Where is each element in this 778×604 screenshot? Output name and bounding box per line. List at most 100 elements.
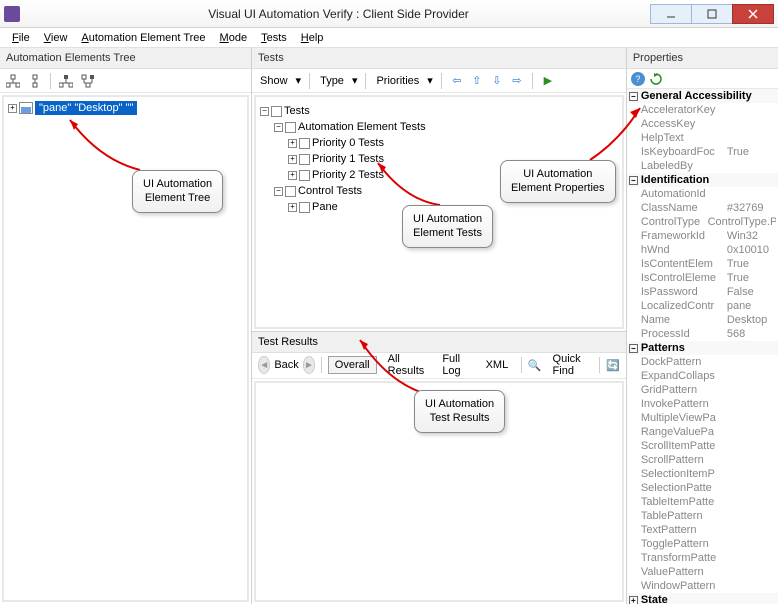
refresh-icon[interactable] bbox=[649, 72, 663, 86]
tests-header: Tests bbox=[252, 48, 626, 69]
property-row[interactable]: IsContentElemTrue bbox=[627, 257, 778, 271]
expand-icon[interactable]: + bbox=[8, 104, 17, 113]
property-row[interactable]: SelectionPatte bbox=[627, 481, 778, 495]
minimize-button[interactable] bbox=[650, 4, 692, 24]
tab-all-results[interactable]: All Results bbox=[381, 350, 432, 380]
collapse-icon[interactable]: − bbox=[260, 107, 269, 116]
menu-view[interactable]: View bbox=[38, 30, 74, 46]
back-button-icon[interactable]: ◄ bbox=[258, 356, 270, 374]
property-row[interactable]: SelectionItemP bbox=[627, 467, 778, 481]
property-row[interactable]: IsPasswordFalse bbox=[627, 285, 778, 299]
property-row[interactable]: ProcessId568 bbox=[627, 327, 778, 341]
menu-aet[interactable]: Automation Element Tree bbox=[75, 30, 211, 46]
property-row[interactable]: TogglePattern bbox=[627, 537, 778, 551]
checkbox[interactable] bbox=[299, 170, 310, 181]
callout-element-tree: UI AutomationElement Tree bbox=[132, 170, 223, 213]
checkbox[interactable] bbox=[271, 106, 282, 117]
arrow-down-icon[interactable]: ⇩ bbox=[490, 74, 504, 88]
property-row[interactable]: TableItemPatte bbox=[627, 495, 778, 509]
run-icon[interactable]: ▶ bbox=[541, 74, 555, 88]
tests-pane[interactable]: Pane bbox=[312, 201, 338, 213]
property-row[interactable]: IsControlElemeTrue bbox=[627, 271, 778, 285]
refresh-icon[interactable]: 🔄 bbox=[606, 358, 620, 372]
property-row[interactable]: AutomationId bbox=[627, 187, 778, 201]
arrow-up-icon[interactable]: ⇧ bbox=[470, 74, 484, 88]
property-row[interactable]: ControlTypeControlType.Pane bbox=[627, 215, 778, 229]
tests-toolbar: Show▾ Type▾ Priorities▾ ⇦ ⇧ ⇩ ⇨ ▶ bbox=[252, 69, 626, 93]
tab-full-log[interactable]: Full Log bbox=[435, 350, 474, 380]
callout-test-results: UI AutomationTest Results bbox=[414, 390, 505, 433]
tree-tool-3[interactable] bbox=[57, 72, 75, 90]
property-row[interactable]: GridPattern bbox=[627, 383, 778, 397]
property-row[interactable]: hWnd0x10010 bbox=[627, 243, 778, 257]
title-bar: Visual UI Automation Verify : Client Sid… bbox=[0, 0, 778, 28]
property-row[interactable]: HelpText bbox=[627, 131, 778, 145]
property-row[interactable]: DockPattern bbox=[627, 355, 778, 369]
tests-p0[interactable]: Priority 0 Tests bbox=[312, 137, 384, 149]
properties-header: Properties bbox=[627, 48, 778, 69]
expand-icon[interactable]: + bbox=[288, 155, 297, 164]
group-patterns[interactable]: −Patterns bbox=[627, 341, 778, 355]
menu-help[interactable]: Help bbox=[295, 30, 330, 46]
tree-tool-4[interactable] bbox=[79, 72, 97, 90]
tree-tool-1[interactable] bbox=[4, 72, 22, 90]
checkbox[interactable] bbox=[299, 138, 310, 149]
property-row[interactable]: TransformPatte bbox=[627, 551, 778, 565]
tab-xml[interactable]: XML bbox=[479, 356, 516, 374]
group-state[interactable]: +State bbox=[627, 593, 778, 604]
menu-file[interactable]: File bbox=[6, 30, 36, 46]
property-row[interactable]: IsKeyboardFocTrue bbox=[627, 145, 778, 159]
property-row[interactable]: RangeValuePa bbox=[627, 425, 778, 439]
expand-icon[interactable]: + bbox=[288, 139, 297, 148]
maximize-button[interactable] bbox=[691, 4, 733, 24]
collapse-icon[interactable]: − bbox=[274, 187, 283, 196]
menu-tests[interactable]: Tests bbox=[255, 30, 293, 46]
property-row[interactable]: InvokePattern bbox=[627, 397, 778, 411]
show-dropdown[interactable]: Show bbox=[258, 75, 290, 87]
tests-p1[interactable]: Priority 1 Tests bbox=[312, 153, 384, 165]
desktop-node[interactable]: "pane" "Desktop" "" bbox=[35, 101, 137, 115]
property-row[interactable]: ClassName#32769 bbox=[627, 201, 778, 215]
property-row[interactable]: ScrollPattern bbox=[627, 453, 778, 467]
close-button[interactable] bbox=[732, 4, 774, 24]
group-general[interactable]: −General Accessibility bbox=[627, 89, 778, 103]
quick-find[interactable]: Quick Find bbox=[546, 350, 594, 380]
properties-list[interactable]: −General Accessibility AcceleratorKeyAcc… bbox=[627, 89, 778, 604]
property-row[interactable]: LabeledBy bbox=[627, 159, 778, 173]
property-row[interactable]: ValuePattern bbox=[627, 565, 778, 579]
checkbox[interactable] bbox=[299, 202, 310, 213]
expand-icon[interactable]: + bbox=[288, 171, 297, 180]
checkbox[interactable] bbox=[285, 122, 296, 133]
checkbox[interactable] bbox=[285, 186, 296, 197]
checkbox[interactable] bbox=[299, 154, 310, 165]
tests-ctrl[interactable]: Control Tests bbox=[298, 185, 362, 197]
priorities-dropdown[interactable]: Priorities bbox=[374, 75, 421, 87]
help-icon[interactable]: ? bbox=[631, 72, 645, 86]
property-row[interactable]: AcceleratorKey bbox=[627, 103, 778, 117]
left-panel: Automation Elements Tree + "pane" "Deskt… bbox=[0, 48, 252, 604]
menu-mode[interactable]: Mode bbox=[214, 30, 254, 46]
property-row[interactable]: ScrollItemPatte bbox=[627, 439, 778, 453]
property-row[interactable]: AccessKey bbox=[627, 117, 778, 131]
tests-aet[interactable]: Automation Element Tests bbox=[298, 121, 426, 133]
tree-tool-2[interactable] bbox=[26, 72, 44, 90]
property-row[interactable]: NameDesktop bbox=[627, 313, 778, 327]
arrow-right-icon[interactable]: ⇨ bbox=[510, 74, 524, 88]
property-row[interactable]: MultipleViewPa bbox=[627, 411, 778, 425]
property-row[interactable]: LocalizedContrpane bbox=[627, 299, 778, 313]
property-row[interactable]: TextPattern bbox=[627, 523, 778, 537]
forward-button-icon[interactable]: ► bbox=[303, 356, 315, 374]
collapse-icon[interactable]: − bbox=[274, 123, 283, 132]
tests-p2[interactable]: Priority 2 Tests bbox=[312, 169, 384, 181]
group-identification[interactable]: −Identification bbox=[627, 173, 778, 187]
property-row[interactable]: FrameworkIdWin32 bbox=[627, 229, 778, 243]
property-row[interactable]: WindowPattern bbox=[627, 579, 778, 593]
tests-root[interactable]: Tests bbox=[284, 105, 310, 117]
property-row[interactable]: TablePattern bbox=[627, 509, 778, 523]
expand-icon[interactable]: + bbox=[288, 203, 297, 212]
arrow-left-icon[interactable]: ⇦ bbox=[450, 74, 464, 88]
property-row[interactable]: ExpandCollaps bbox=[627, 369, 778, 383]
tab-overall[interactable]: Overall bbox=[328, 356, 377, 374]
type-dropdown[interactable]: Type bbox=[318, 75, 346, 87]
callout-element-properties: UI AutomationElement Properties bbox=[500, 160, 616, 203]
